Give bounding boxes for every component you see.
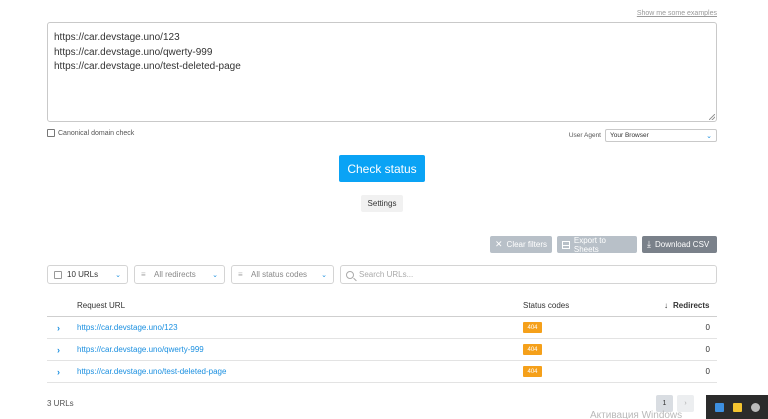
row-url-link[interactable]: https://car.devstage.uno/qwerty-999 — [77, 345, 204, 354]
header-redirects-label: Redirects — [673, 301, 710, 310]
header-status-codes[interactable]: Status codes — [523, 301, 569, 310]
redirects-filter-value: All redirects — [154, 270, 196, 279]
chevron-right-icon[interactable]: › — [57, 345, 60, 355]
canonical-check[interactable]: Canonical domain check — [47, 129, 134, 137]
check-status-button[interactable]: Check status — [339, 155, 425, 182]
download-csv-label: Download CSV — [654, 240, 710, 249]
total-count: 3 URLs — [47, 399, 74, 408]
search-placeholder: Search URLs... — [359, 270, 414, 279]
url-textarea[interactable]: https://car.devstage.uno/123 https://car… — [47, 22, 717, 122]
header-request-url[interactable]: Request URL — [77, 301, 125, 310]
chevron-right-icon[interactable]: › — [57, 367, 60, 377]
header-redirects[interactable]: ↓ Redirects — [664, 301, 709, 310]
chevron-down-icon: ⌄ — [115, 271, 121, 279]
table-row[interactable]: › https://car.devstage.uno/test-deleted-… — [47, 361, 717, 383]
row-redirects: 0 — [705, 367, 710, 376]
windows-activation-watermark: Активация Windows — [590, 410, 683, 419]
clear-filters-label: Clear filters — [506, 240, 547, 249]
filter-lines-icon: ≡ — [141, 270, 146, 279]
filter-lines-icon: ≡ — [238, 270, 243, 279]
network-icon[interactable] — [714, 402, 724, 412]
user-agent-select[interactable]: Your Browser ⌄ — [605, 129, 717, 142]
resize-grip-icon[interactable] — [709, 114, 715, 120]
status-filter-value: All status codes — [251, 270, 308, 279]
status-badge: 404 — [523, 322, 542, 333]
settings-button[interactable]: Settings — [361, 195, 403, 212]
user-agent-row: User Agent Your Browser ⌄ — [569, 129, 717, 142]
row-redirects: 0 — [705, 345, 710, 354]
download-csv-button[interactable]: ⤓ Download CSV — [642, 236, 717, 253]
canonical-label: Canonical domain check — [58, 129, 135, 137]
volume-icon[interactable] — [750, 402, 760, 412]
table-row[interactable]: › https://car.devstage.uno/qwerty-999 40… — [47, 339, 717, 361]
system-tray — [706, 395, 768, 419]
search-input[interactable]: Search URLs... — [340, 265, 717, 284]
status-badge: 404 — [523, 366, 542, 377]
export-sheets-button[interactable]: Export to Sheets — [557, 235, 637, 254]
sort-arrow-icon: ↓ — [664, 301, 668, 310]
status-codes-filter[interactable]: ≡ All status codes ⌄ — [231, 265, 334, 284]
chevron-down-icon: ⌄ — [706, 132, 712, 140]
canonical-checkbox[interactable] — [47, 129, 55, 137]
show-examples-link[interactable]: Show me some examples — [637, 10, 717, 17]
user-agent-value: Your Browser — [610, 132, 649, 139]
close-icon: ✕ — [495, 239, 503, 249]
row-url-link[interactable]: https://car.devstage.uno/test-deleted-pa… — [77, 367, 226, 376]
sheets-icon — [562, 240, 570, 249]
user-agent-label: User Agent — [568, 132, 601, 139]
chevron-down-icon: ⌄ — [321, 271, 327, 279]
row-url-link[interactable]: https://car.devstage.uno/123 — [77, 323, 178, 332]
app-tray-icon[interactable] — [732, 402, 742, 412]
status-badge: 404 — [523, 344, 542, 355]
url-count-value: 10 URLs — [67, 270, 99, 279]
calendar-icon — [54, 270, 62, 279]
export-sheets-label: Export to Sheets — [573, 235, 606, 254]
chevron-right-icon[interactable]: › — [57, 323, 60, 333]
download-icon: ⤓ — [647, 239, 651, 249]
search-icon — [346, 270, 354, 279]
chevron-down-icon: ⌄ — [212, 271, 218, 279]
url-count-select[interactable]: 10 URLs ⌄ — [47, 265, 128, 284]
clear-filters-button[interactable]: ✕ Clear filters — [490, 236, 552, 253]
row-redirects: 0 — [705, 323, 710, 332]
table-row[interactable]: › https://car.devstage.uno/123 404 0 — [47, 317, 717, 339]
redirects-filter[interactable]: ≡ All redirects ⌄ — [134, 265, 225, 284]
